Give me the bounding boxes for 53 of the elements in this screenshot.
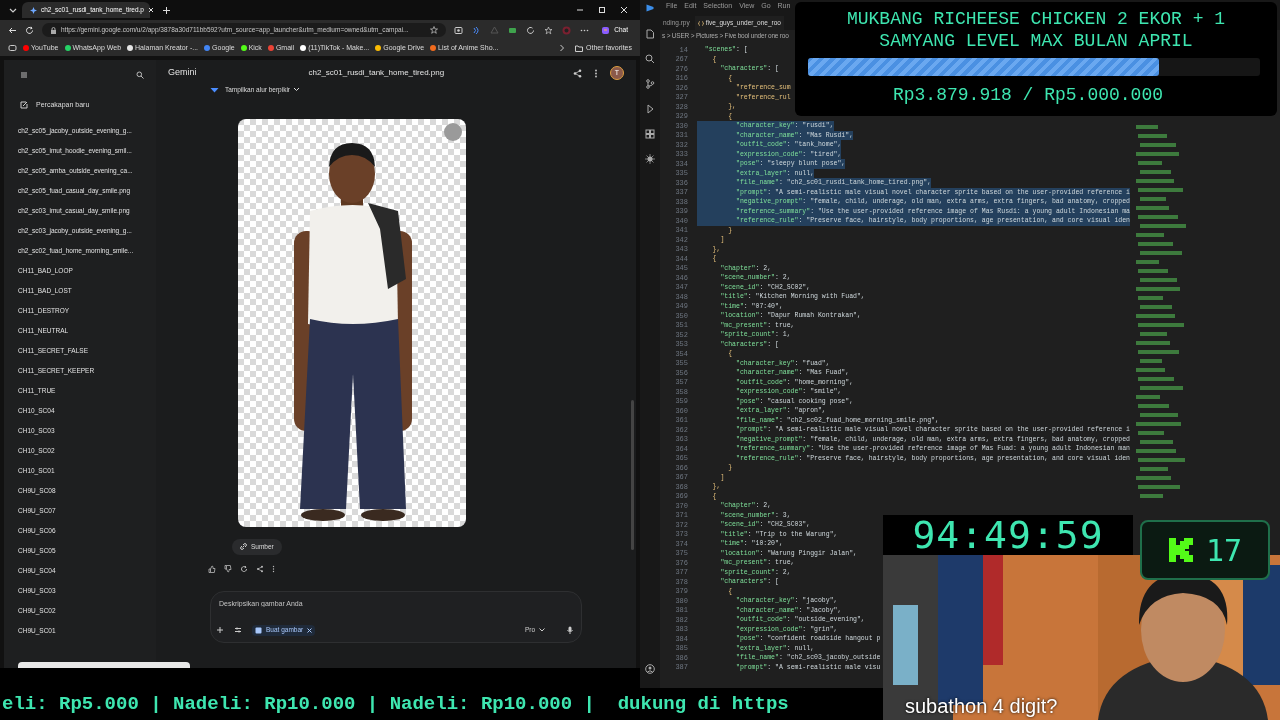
image-icon[interactable] bbox=[454, 25, 464, 35]
chevron-down-icon bbox=[539, 628, 545, 633]
conversation-title: ch2_sc01_rusdi_tank_home_tired.png bbox=[308, 67, 445, 79]
thumbs-up-icon[interactable] bbox=[208, 564, 216, 573]
app-logo-icon bbox=[646, 4, 654, 12]
wave-icon[interactable] bbox=[472, 25, 482, 35]
braces-icon bbox=[697, 20, 704, 26]
tools-icon[interactable] bbox=[234, 626, 242, 635]
more-icon[interactable] bbox=[272, 564, 275, 573]
search-icon[interactable] bbox=[645, 54, 655, 64]
add-icon[interactable] bbox=[216, 626, 224, 635]
k-logo-icon bbox=[1167, 537, 1194, 563]
search-icon[interactable] bbox=[136, 71, 144, 79]
refresh-icon[interactable] bbox=[526, 25, 536, 35]
back-icon[interactable] bbox=[8, 25, 17, 35]
regenerate-icon[interactable] bbox=[240, 564, 248, 573]
burst-icon[interactable] bbox=[645, 154, 655, 164]
maximize-icon[interactable] bbox=[598, 6, 606, 14]
copilot-icon bbox=[601, 25, 611, 35]
menu-icon[interactable] bbox=[20, 71, 28, 79]
link-icon bbox=[240, 543, 247, 551]
chevron-right-icon[interactable] bbox=[559, 44, 566, 52]
sparkle-icon bbox=[30, 6, 37, 14]
minimize-icon[interactable] bbox=[576, 6, 584, 14]
thumbs-down-icon[interactable] bbox=[224, 564, 232, 573]
star-icon[interactable] bbox=[430, 26, 439, 34]
gemini-spark-icon bbox=[210, 86, 219, 93]
run-icon[interactable] bbox=[645, 104, 655, 114]
more-icon[interactable] bbox=[594, 68, 598, 78]
donation-ticker: eli: Rp5.000 | Nadeli: Rp10.000 | Nadeli: Rp10.000 | dukung di https bbox=[2, 691, 789, 717]
close-icon[interactable] bbox=[307, 627, 313, 633]
countdown-timer: 94:49:59 bbox=[912, 511, 1104, 559]
account-icon[interactable] bbox=[645, 664, 655, 674]
edit-icon bbox=[20, 101, 28, 110]
close-icon[interactable] bbox=[148, 7, 154, 13]
goal-amount: Rp3.879.918 / Rp5.000.000 bbox=[892, 84, 1163, 107]
extension-icon[interactable] bbox=[508, 25, 518, 35]
close-icon[interactable] bbox=[620, 6, 628, 14]
share-icon[interactable] bbox=[573, 68, 582, 78]
image-icon bbox=[255, 626, 262, 634]
favorites-icon[interactable] bbox=[544, 25, 554, 35]
source-control-icon[interactable] bbox=[645, 79, 655, 89]
app-title: Gemini bbox=[168, 66, 197, 80]
chevron-down-icon bbox=[293, 87, 301, 93]
extensions-icon[interactable] bbox=[645, 129, 655, 139]
follower-count: 17 bbox=[1205, 531, 1243, 570]
microphone-icon[interactable] bbox=[567, 626, 573, 635]
folder-icon bbox=[575, 44, 584, 52]
share-icon[interactable] bbox=[256, 564, 264, 573]
new-tab-icon[interactable] bbox=[162, 5, 171, 15]
reload-icon[interactable] bbox=[25, 25, 34, 35]
lock-icon bbox=[50, 26, 57, 34]
files-icon[interactable] bbox=[645, 29, 655, 39]
